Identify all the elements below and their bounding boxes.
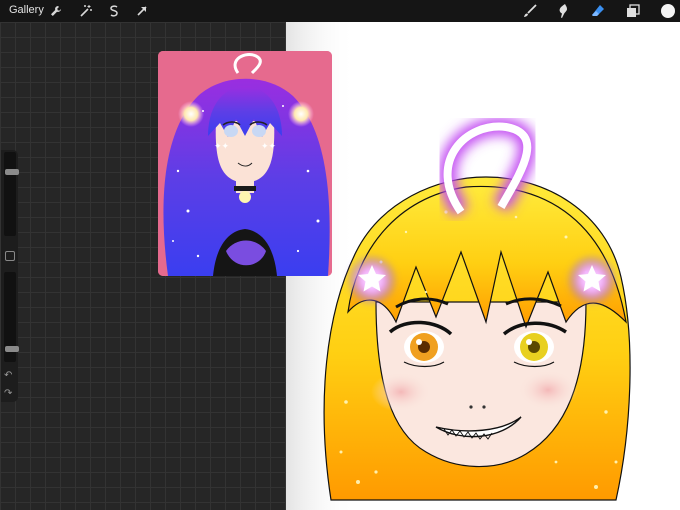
sidebar-slider-rail: ↶ ↷ [1, 150, 19, 402]
transform-arrow-icon[interactable] [133, 2, 151, 20]
top-toolbar: Gallery [0, 0, 680, 22]
right-star-clip [566, 254, 618, 306]
layers-icon[interactable] [624, 2, 642, 20]
opacity-thumb[interactable] [5, 346, 19, 352]
drawing-canvas[interactable] [286, 22, 680, 510]
left-star-clip [346, 254, 398, 306]
magic-wand-icon[interactable] [77, 2, 95, 20]
brush-size-thumb[interactable] [5, 169, 19, 175]
svg-text:✦✦: ✦✦ [214, 142, 230, 152]
wrench-icon[interactable] [47, 2, 65, 20]
color-swatch[interactable] [659, 2, 677, 20]
modifier-button[interactable] [5, 251, 15, 261]
reference-artwork: ✦✦ ✦✦ [158, 51, 332, 276]
main-artwork [286, 22, 631, 510]
brush-icon[interactable] [521, 2, 539, 20]
redo-icon[interactable]: ↷ [4, 388, 12, 399]
undo-icon[interactable]: ↶ [4, 370, 12, 381]
brush-size-slider[interactable] [4, 152, 19, 236]
opacity-slider[interactable] [4, 272, 19, 362]
eraser-icon[interactable] [589, 2, 607, 20]
gallery-button[interactable]: Gallery [9, 4, 44, 16]
selection-icon[interactable] [105, 2, 123, 20]
svg-text:✦✦: ✦✦ [261, 142, 277, 152]
reference-image-window[interactable]: ✦✦ ✦✦ [158, 51, 332, 276]
smudge-icon[interactable] [553, 2, 571, 20]
